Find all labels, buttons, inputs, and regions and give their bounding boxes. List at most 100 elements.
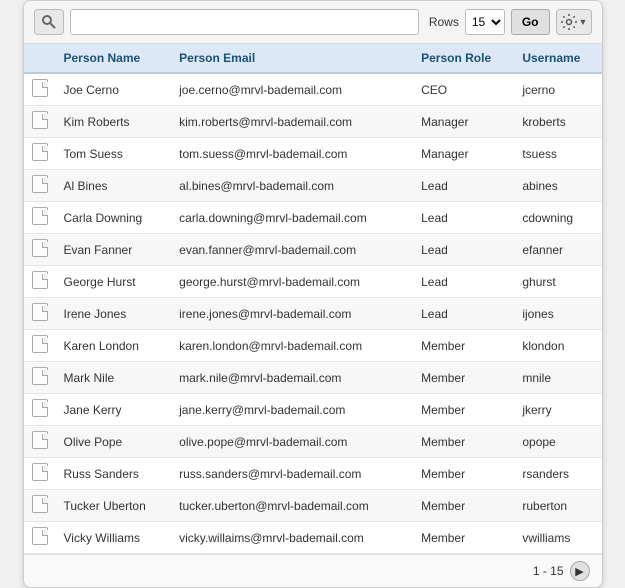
row-name: George Hurst (56, 266, 172, 298)
row-icon-cell (24, 234, 56, 266)
row-role: Member (413, 330, 514, 362)
table-row[interactable]: George Hurstgeorge.hurst@mrvl-bademail.c… (24, 266, 602, 298)
row-email: olive.pope@mrvl-bademail.com (171, 426, 413, 458)
table-row[interactable]: Vicky Williamsvicky.willaims@mrvl-badema… (24, 522, 602, 554)
file-icon (32, 271, 48, 289)
row-email: tucker.uberton@mrvl-bademail.com (171, 490, 413, 522)
file-icon (32, 335, 48, 353)
row-role: CEO (413, 73, 514, 106)
row-icon-cell (24, 362, 56, 394)
go-button[interactable]: Go (511, 9, 550, 35)
col-header-name[interactable]: Person Name (56, 44, 172, 73)
col-header-email[interactable]: Person Email (171, 44, 413, 73)
row-name: Olive Pope (56, 426, 172, 458)
row-role: Lead (413, 234, 514, 266)
table-row[interactable]: Evan Fannerevan.fanner@mrvl-bademail.com… (24, 234, 602, 266)
file-icon (32, 431, 48, 449)
table-row[interactable]: Joe Cernojoe.cerno@mrvl-bademail.comCEOj… (24, 73, 602, 106)
row-icon-cell (24, 330, 56, 362)
row-username: abines (514, 170, 601, 202)
row-name: Karen London (56, 330, 172, 362)
file-icon (32, 303, 48, 321)
row-username: opope (514, 426, 601, 458)
table-row[interactable]: Olive Popeolive.pope@mrvl-bademail.comMe… (24, 426, 602, 458)
row-name: Mark Nile (56, 362, 172, 394)
row-username: ruberton (514, 490, 601, 522)
file-icon (32, 527, 48, 545)
settings-button[interactable]: ▼ (556, 9, 592, 35)
next-page-button[interactable]: ▶ (570, 561, 590, 581)
row-role: Manager (413, 106, 514, 138)
row-name: Carla Downing (56, 202, 172, 234)
file-icon (32, 79, 48, 97)
row-username: vwilliams (514, 522, 601, 554)
row-username: jcerno (514, 73, 601, 106)
row-role: Lead (413, 266, 514, 298)
row-username: rsanders (514, 458, 601, 490)
row-email: vicky.willaims@mrvl-bademail.com (171, 522, 413, 554)
file-icon (32, 399, 48, 417)
row-username: ghurst (514, 266, 601, 298)
row-icon-cell (24, 106, 56, 138)
table-row[interactable]: Kim Robertskim.roberts@mrvl-bademail.com… (24, 106, 602, 138)
row-username: ijones (514, 298, 601, 330)
file-icon (32, 143, 48, 161)
row-username: kroberts (514, 106, 601, 138)
row-name: Kim Roberts (56, 106, 172, 138)
file-icon (32, 207, 48, 225)
row-role: Member (413, 522, 514, 554)
table-row[interactable]: Mark Nilemark.nile@mrvl-bademail.comMemb… (24, 362, 602, 394)
row-username: mnile (514, 362, 601, 394)
row-email: george.hurst@mrvl-bademail.com (171, 266, 413, 298)
main-container: Rows 5 10 15 20 25 50 Go ▼ Person Name P… (23, 0, 603, 588)
table-row[interactable]: Irene Jonesirene.jones@mrvl-bademail.com… (24, 298, 602, 330)
rows-select[interactable]: 5 10 15 20 25 50 (465, 9, 505, 35)
row-icon-cell (24, 73, 56, 106)
row-role: Member (413, 394, 514, 426)
row-role: Member (413, 490, 514, 522)
col-header-role[interactable]: Person Role (413, 44, 514, 73)
row-username: klondon (514, 330, 601, 362)
row-email: al.bines@mrvl-bademail.com (171, 170, 413, 202)
table-row[interactable]: Russ Sandersruss.sanders@mrvl-bademail.c… (24, 458, 602, 490)
row-email: evan.fanner@mrvl-bademail.com (171, 234, 413, 266)
row-email: carla.downing@mrvl-bademail.com (171, 202, 413, 234)
row-name: Vicky Williams (56, 522, 172, 554)
row-name: Jane Kerry (56, 394, 172, 426)
row-icon-cell (24, 298, 56, 330)
table-row[interactable]: Tucker Ubertontucker.uberton@mrvl-badema… (24, 490, 602, 522)
file-icon (32, 463, 48, 481)
table-row[interactable]: Al Binesal.bines@mrvl-bademail.comLeadab… (24, 170, 602, 202)
next-icon: ▶ (575, 565, 583, 578)
row-icon-cell (24, 490, 56, 522)
row-name: Al Bines (56, 170, 172, 202)
col-header-icon (24, 44, 56, 73)
data-table: Person Name Person Email Person Role Use… (24, 44, 602, 554)
table-header-row: Person Name Person Email Person Role Use… (24, 44, 602, 73)
file-icon (32, 175, 48, 193)
file-icon (32, 495, 48, 513)
table-row[interactable]: Jane Kerryjane.kerry@mrvl-bademail.comMe… (24, 394, 602, 426)
row-username: cdowning (514, 202, 601, 234)
row-icon-cell (24, 170, 56, 202)
col-header-username[interactable]: Username (514, 44, 601, 73)
row-role: Lead (413, 170, 514, 202)
row-role: Member (413, 426, 514, 458)
file-icon (32, 239, 48, 257)
table-row[interactable]: Karen Londonkaren.london@mrvl-bademail.c… (24, 330, 602, 362)
row-role: Lead (413, 202, 514, 234)
row-icon-cell (24, 458, 56, 490)
row-icon-cell (24, 266, 56, 298)
table-row[interactable]: Tom Suesstom.suess@mrvl-bademail.comMana… (24, 138, 602, 170)
rows-label: Rows (429, 15, 459, 29)
toolbar: Rows 5 10 15 20 25 50 Go ▼ (24, 1, 602, 44)
row-email: kim.roberts@mrvl-bademail.com (171, 106, 413, 138)
row-name: Russ Sanders (56, 458, 172, 490)
table-row[interactable]: Carla Downingcarla.downing@mrvl-bademail… (24, 202, 602, 234)
search-button[interactable] (34, 9, 64, 35)
row-role: Member (413, 458, 514, 490)
row-username: efanner (514, 234, 601, 266)
search-input[interactable] (70, 9, 419, 35)
gear-icon (560, 13, 578, 31)
row-role: Manager (413, 138, 514, 170)
